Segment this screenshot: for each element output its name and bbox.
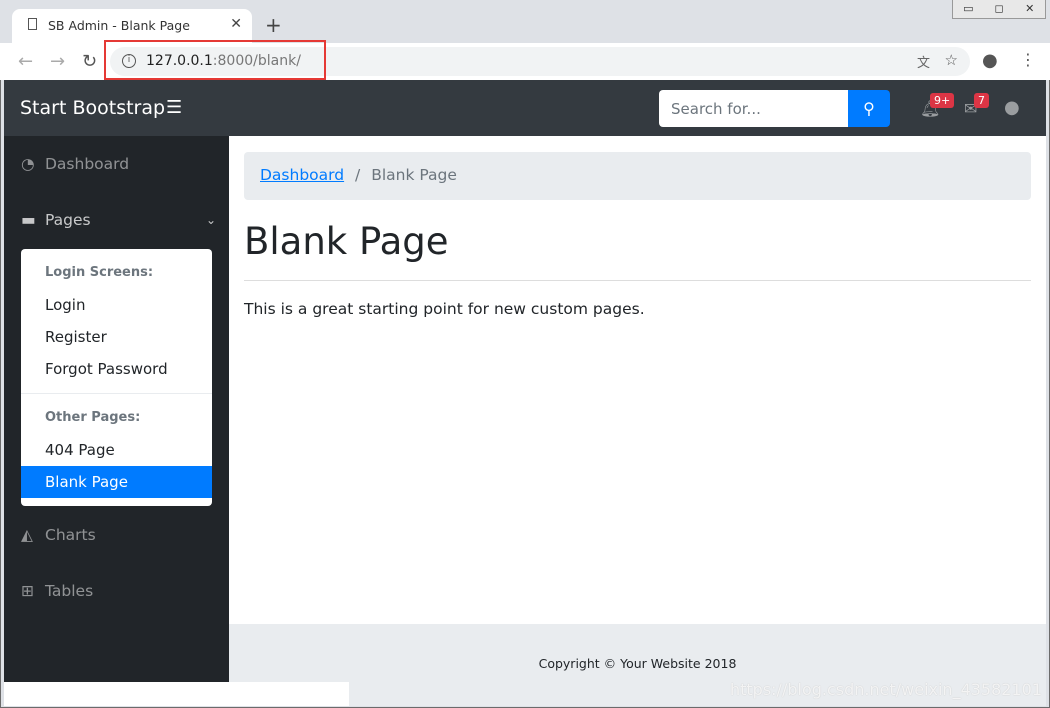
dropdown-divider	[21, 393, 212, 394]
search-button[interactable]: ⚲	[848, 90, 890, 127]
status-strip	[4, 682, 349, 706]
window-controls: ▭ ◻ ✕	[952, 0, 1046, 19]
browser-tab[interactable]: SB Admin - Blank Page ✕	[12, 9, 252, 43]
forward-icon[interactable]: →	[50, 51, 65, 72]
minimize-button[interactable]: ▭	[953, 0, 984, 18]
label: Charts	[45, 526, 96, 544]
search-input[interactable]: Search for...	[659, 90, 849, 127]
sidebar-item-dashboard[interactable]: ◔ Dashboard	[21, 155, 129, 173]
search-icon: ⚲	[863, 99, 875, 118]
divider	[244, 280, 1031, 281]
folder-icon: ▬	[21, 211, 36, 229]
table-icon: ⊞	[21, 582, 34, 600]
label: Pages	[45, 211, 91, 229]
sidebar-item-pages[interactable]: ▬ Pages ⌄	[21, 211, 216, 229]
tab-bar: SB Admin - Blank Page ✕ + ▭ ◻ ✕	[0, 0, 1050, 43]
sidebar: ◔ Dashboard ▬ Pages ⌄ Login Screens: Login …	[4, 136, 229, 682]
dropdown-item-blank-page[interactable]: Blank Page	[21, 466, 212, 498]
dropdown-item-register[interactable]: Register	[21, 321, 212, 353]
page-icon	[28, 18, 37, 30]
tachometer-icon: ◔	[21, 155, 35, 173]
sidebar-item-tables[interactable]: ⊞ Tables	[21, 582, 93, 600]
maximize-button[interactable]: ◻	[984, 0, 1015, 18]
area-chart-icon: ◭	[21, 526, 33, 544]
close-window-button[interactable]: ✕	[1014, 0, 1045, 18]
tab-title: SB Admin - Blank Page	[48, 18, 190, 33]
page-text: This is a great starting point for new c…	[244, 300, 645, 318]
dropdown-item-404[interactable]: 404 Page	[21, 434, 212, 466]
chevron-down-icon: ⌄	[205, 213, 216, 227]
profile-icon[interactable]: ●	[982, 50, 998, 71]
menu-icon[interactable]: ⋮	[1020, 50, 1036, 69]
reload-icon[interactable]: ↻	[82, 51, 97, 72]
star-icon[interactable]: ☆	[945, 51, 958, 69]
translate-icon[interactable]: 文	[917, 52, 930, 71]
brand-link[interactable]: Start Bootstrap	[20, 97, 165, 119]
pages-dropdown: Login Screens: Login Register Forgot Pas…	[21, 249, 212, 506]
page-title: Blank Page	[244, 220, 449, 263]
breadcrumb: Dashboard / Blank Page	[244, 152, 1031, 200]
dropdown-item-login[interactable]: Login	[21, 289, 212, 321]
breadcrumb-separator: /	[355, 166, 361, 184]
breadcrumb-dashboard-link[interactable]: Dashboard	[260, 166, 344, 184]
top-navbar: Start Bootstrap ☰ Search for... ⚲ 🔔︎ 9+ …	[4, 80, 1046, 136]
sidebar-toggle-icon[interactable]: ☰	[166, 97, 182, 118]
messages-badge: 7	[974, 93, 989, 108]
dropdown-header: Other Pages:	[45, 410, 141, 425]
back-icon[interactable]: ←	[18, 51, 33, 72]
new-tab-button[interactable]: +	[265, 13, 282, 37]
highlight-box	[104, 40, 326, 80]
dropdown-header: Login Screens:	[45, 265, 154, 280]
dropdown-item-forgot-password[interactable]: Forgot Password	[21, 353, 212, 385]
watermark: https://blog.csdn.net/weixin_43582101	[729, 680, 1042, 699]
label: Tables	[45, 582, 94, 600]
breadcrumb-current: Blank Page	[371, 166, 457, 184]
copyright-text: Copyright © Your Website 2018	[538, 656, 737, 671]
sidebar-item-charts[interactable]: ◭ Charts	[21, 526, 96, 544]
content-area: Dashboard / Blank Page Blank Page This i…	[229, 136, 1046, 624]
user-icon[interactable]: ●	[1004, 97, 1020, 118]
close-tab-icon[interactable]: ✕	[230, 16, 242, 32]
label: Dashboard	[45, 155, 130, 173]
alerts-badge: 9+	[930, 93, 955, 108]
